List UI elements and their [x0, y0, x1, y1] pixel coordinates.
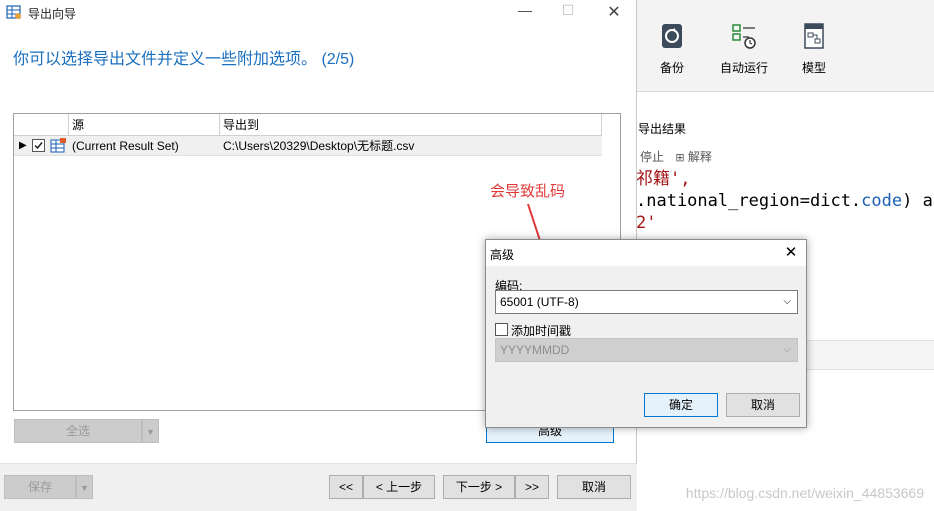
result-actions: 停止 ⊞ 解释 [640, 148, 712, 165]
toolbar-backup-label: 备份 [659, 61, 684, 75]
code-line-1: 祁籍', [636, 169, 691, 189]
select-all-dropdown[interactable]: ▼ [142, 419, 159, 443]
checkmark-icon [34, 142, 43, 150]
minimize-button[interactable]: — [510, 2, 540, 22]
row-indicator-icon: ▶ [19, 140, 27, 151]
column-target[interactable]: 导出到 [220, 114, 602, 136]
dialog-close-button[interactable]: ✕ [780, 243, 802, 263]
chevron-down-icon: ⌵ [783, 344, 791, 355]
backup-icon [662, 24, 682, 48]
toolbar-backup[interactable]: 备份 [652, 22, 692, 76]
code-line-2b: code [861, 191, 903, 211]
schedule-icon [732, 24, 756, 49]
maximize-button[interactable]: ☐ [553, 2, 583, 22]
toolbar-model[interactable]: 模型 [794, 22, 834, 76]
save-button[interactable]: 保存 [4, 475, 76, 499]
toolbar-autorun[interactable]: 自动运行 [716, 22, 772, 76]
chevron-down-icon: ⌵ [783, 296, 791, 307]
cancel-button[interactable]: 取消 [557, 475, 631, 499]
close-button[interactable]: ✕ [599, 2, 629, 22]
explain-button[interactable]: ⊞ 解释 [675, 150, 712, 164]
code-line-2a: .national_region=dict. [636, 191, 862, 211]
timestamp-format-select[interactable]: YYYYMMDD ⌵ [495, 338, 798, 362]
table-icon [6, 5, 21, 19]
timestamp-format-value: YYYYMMDD [500, 343, 570, 357]
dialog-titlebar: 高级 ✕ [486, 240, 806, 266]
timestamp-checkbox[interactable] [495, 323, 508, 336]
explain-icon: ⊞ [675, 152, 685, 164]
wizard-heading: 你可以选择导出文件并定义一些附加选项。 (2/5) [13, 51, 355, 68]
row-source: (Current Result Set) [72, 139, 179, 153]
grid-header: 源 导出到 [14, 114, 602, 136]
code-line-2c: ) as [902, 191, 934, 211]
last-step-button[interactable]: >> [515, 475, 549, 499]
result-set-icon [50, 138, 66, 153]
result-title: 导出结果 [638, 122, 687, 136]
wizard-footer: 保存 ▼ << < 上一步 下一步 > >> 取消 [0, 463, 637, 511]
stop-button[interactable]: 停止 [640, 150, 664, 164]
watermark: https://blog.csdn.net/weixin_44853669 [685, 485, 924, 501]
toolbar-model-label: 模型 [801, 61, 826, 75]
row-checkbox[interactable] [32, 139, 45, 152]
table-row[interactable]: ▶ (Current Result Set) C:\Users\20329\De… [14, 136, 602, 156]
save-dropdown[interactable]: ▼ [76, 475, 93, 499]
first-step-button[interactable]: << [329, 475, 363, 499]
prev-step-button[interactable]: < 上一步 [363, 475, 435, 499]
next-step-button[interactable]: 下一步 > [443, 475, 515, 499]
close-icon: ✕ [784, 244, 798, 261]
code-line-3: 2' [636, 213, 657, 233]
select-all-button[interactable]: 全选 [14, 419, 142, 443]
annotation-text: 会导致乱码 [490, 183, 566, 200]
row-target[interactable]: C:\Users\20329\Desktop\无标题.csv [220, 136, 602, 156]
background-toolbar: 备份 自动运行 模型 [636, 0, 934, 92]
advanced-dialog: 高级 ✕ 编码: 65001 (UTF-8) ⌵ 添加时间戳 YYYYMMDD … [485, 239, 807, 428]
explain-label: 解释 [687, 150, 712, 164]
dialog-cancel-button[interactable]: 取消 [726, 393, 800, 417]
model-icon [804, 23, 824, 49]
ok-button[interactable]: 确定 [644, 393, 718, 417]
wizard-titlebar: 导出向导 — ☐ ✕ [0, 0, 637, 24]
toolbar-autorun-label: 自动运行 [719, 61, 768, 75]
timestamp-label: 添加时间戳 [511, 324, 572, 338]
encoding-value: 65001 (UTF-8) [500, 295, 579, 309]
chevron-down-icon: ▼ [146, 427, 155, 437]
window-title: 导出向导 [28, 7, 77, 21]
column-source[interactable]: 源 [69, 114, 220, 136]
sql-editor[interactable]: 祁籍', .national_region=dict.code) as 2' [636, 168, 934, 234]
dialog-title: 高级 [490, 248, 515, 262]
chevron-down-icon: ▼ [80, 483, 89, 493]
encoding-select[interactable]: 65001 (UTF-8) ⌵ [495, 290, 798, 314]
header-spacer [14, 114, 69, 136]
